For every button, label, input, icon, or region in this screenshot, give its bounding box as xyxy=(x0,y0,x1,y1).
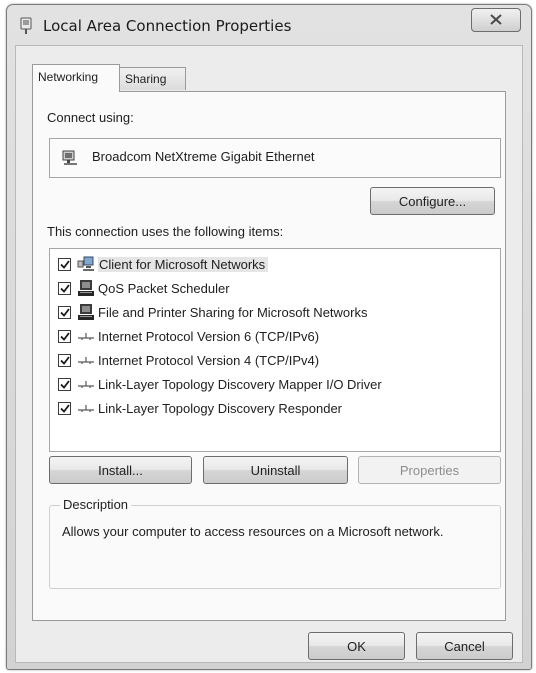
properties-window: Local Area Connection Properties Network… xyxy=(6,4,532,670)
protocol-icon xyxy=(77,327,95,345)
list-item[interactable]: Client for Microsoft Networks xyxy=(58,254,269,274)
window-title: Local Area Connection Properties xyxy=(43,17,292,35)
connect-using-label: Connect using: xyxy=(47,110,134,125)
ok-button[interactable]: OK xyxy=(308,632,405,660)
network-service-icon xyxy=(77,279,95,297)
list-item[interactable]: QoS Packet Scheduler xyxy=(58,278,230,298)
adapter-display: Broadcom NetXtreme Gigabit Ethernet xyxy=(49,138,501,178)
install-button[interactable]: Install... xyxy=(49,456,192,484)
title-bar[interactable]: Local Area Connection Properties xyxy=(7,5,531,45)
properties-button[interactable]: Properties xyxy=(358,456,501,484)
configure-button[interactable]: Configure... xyxy=(370,187,495,215)
tab-networking[interactable]: Networking xyxy=(32,64,120,92)
network-adapter-icon xyxy=(19,17,33,35)
close-icon xyxy=(490,13,502,28)
item-label: Internet Protocol Version 6 (TCP/IPv6) xyxy=(98,328,320,344)
protocol-icon xyxy=(77,399,95,417)
network-client-icon xyxy=(77,255,95,273)
cancel-button[interactable]: Cancel xyxy=(416,632,513,660)
list-item[interactable]: Internet Protocol Version 4 (TCP/IPv4) xyxy=(58,350,319,370)
close-button[interactable] xyxy=(471,8,521,32)
tab-sharing[interactable]: Sharing xyxy=(120,67,186,90)
networking-tab-panel: Connect using: Broadcom NetXtreme Gigabi… xyxy=(32,91,506,621)
item-checkbox[interactable] xyxy=(58,401,71,415)
item-label: Link-Layer Topology Discovery Mapper I/O… xyxy=(98,376,382,392)
adapter-name: Broadcom NetXtreme Gigabit Ethernet xyxy=(92,149,315,164)
item-checkbox[interactable] xyxy=(58,305,71,319)
list-item[interactable]: File and Printer Sharing for Microsoft N… xyxy=(58,302,367,322)
item-label: Link-Layer Topology Discovery Responder xyxy=(98,400,342,416)
protocol-icon xyxy=(77,351,95,369)
item-label: QoS Packet Scheduler xyxy=(98,280,230,296)
list-item[interactable]: Link-Layer Topology Discovery Mapper I/O… xyxy=(58,374,382,394)
item-label: Client for Microsoft Networks xyxy=(98,256,269,272)
item-label: File and Printer Sharing for Microsoft N… xyxy=(98,304,368,320)
uninstall-button[interactable]: Uninstall xyxy=(203,456,348,484)
description-legend: Description xyxy=(60,497,132,512)
protocol-icon xyxy=(77,375,95,393)
network-service-icon xyxy=(77,303,95,321)
item-checkbox[interactable] xyxy=(58,329,71,343)
list-item[interactable]: Link-Layer Topology Discovery Responder xyxy=(58,398,342,418)
item-label: Internet Protocol Version 4 (TCP/IPv4) xyxy=(98,352,320,368)
item-checkbox[interactable] xyxy=(58,281,71,295)
item-checkbox[interactable] xyxy=(58,377,71,391)
dialog-client-area: Networking Sharing Connect using: Broadc… xyxy=(15,45,523,663)
description-group: Description Allows your computer to acce… xyxy=(49,497,501,589)
description-text: Allows your computer to access resources… xyxy=(62,524,444,539)
item-checkbox[interactable] xyxy=(58,257,71,271)
connection-items-list[interactable]: Client for Microsoft Networks QoS Packet… xyxy=(49,248,501,452)
network-card-icon xyxy=(61,149,79,167)
list-item[interactable]: Internet Protocol Version 6 (TCP/IPv6) xyxy=(58,326,319,346)
items-label: This connection uses the following items… xyxy=(47,224,284,239)
item-checkbox[interactable] xyxy=(58,353,71,367)
